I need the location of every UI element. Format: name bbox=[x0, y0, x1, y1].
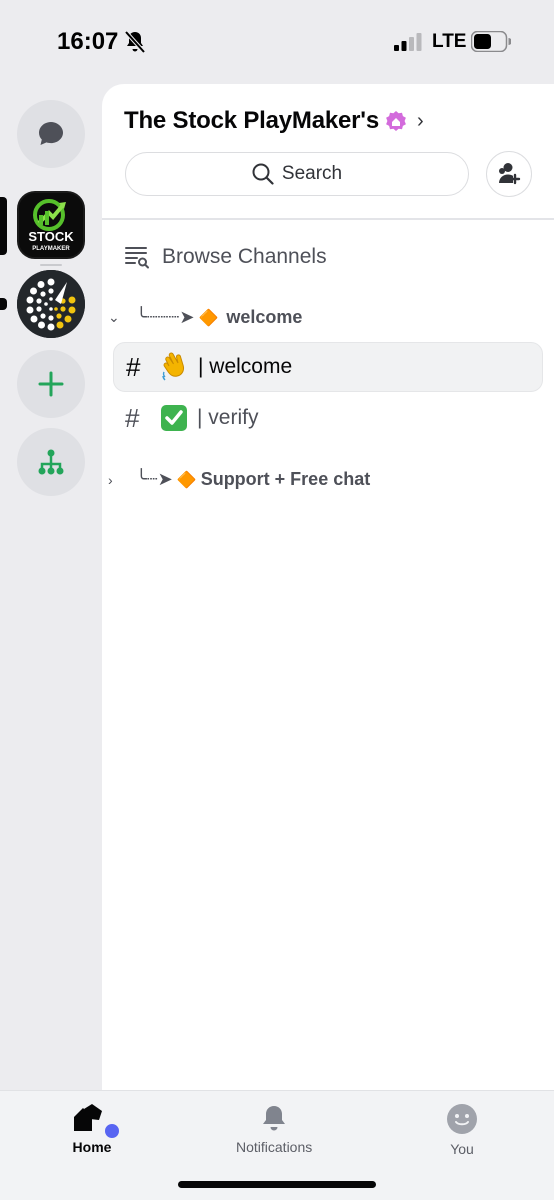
tab-label: Notifications bbox=[236, 1139, 313, 1155]
active-server-indicator bbox=[0, 197, 7, 255]
tab-home[interactable]: Home bbox=[72, 1103, 122, 1155]
server-name: The Stock PlayMaker's bbox=[124, 107, 379, 134]
unread-indicator bbox=[0, 298, 7, 310]
server-boost-icon bbox=[386, 111, 406, 131]
channel-hash-icon: # bbox=[126, 351, 141, 382]
logo-text-playmaker: PLAYMAKER bbox=[32, 246, 70, 252]
chevron-down-icon: ⌄ bbox=[108, 309, 120, 325]
battery-icon bbox=[471, 31, 511, 52]
chevron-right-icon: › bbox=[416, 109, 424, 132]
logo-text-stock: STOCK bbox=[28, 229, 74, 244]
diamond-emoji: 🔶 bbox=[176, 471, 197, 489]
category-label: welcome bbox=[226, 307, 303, 327]
channel-hash-icon: # bbox=[125, 402, 140, 433]
avatar-icon bbox=[447, 1104, 477, 1134]
bell-icon bbox=[263, 1106, 286, 1131]
header-divider bbox=[102, 218, 554, 220]
server-header[interactable]: The Stock PlayMaker's › bbox=[124, 107, 424, 135]
channel-label: | verify bbox=[197, 406, 259, 429]
chevron-right-icon: › bbox=[108, 471, 113, 488]
category-label: Support + Free chat bbox=[200, 469, 371, 489]
status-time: 16:07 bbox=[57, 28, 119, 55]
channel-verify[interactable]: # | verify ✅ bbox=[113, 393, 543, 443]
category-prefix: ╰┈➤ bbox=[136, 469, 173, 489]
add-server-button[interactable] bbox=[17, 350, 85, 418]
cellular-signal-icon bbox=[394, 33, 422, 51]
browse-channels-icon bbox=[125, 247, 149, 269]
invite-members-button[interactable] bbox=[486, 151, 532, 197]
plus-icon bbox=[38, 371, 64, 397]
category-prefix: ╰┈┈┈➤ bbox=[136, 307, 195, 327]
search-label: Search bbox=[281, 163, 343, 184]
browse-channels-row[interactable]: Browse Channels bbox=[124, 244, 327, 270]
channel-welcome[interactable]: # | welcome 👋 bbox=[113, 342, 543, 392]
check-box-icon bbox=[161, 405, 187, 431]
chat-bubble-icon bbox=[39, 122, 63, 145]
bell-slash-icon bbox=[124, 30, 146, 54]
home-icon-wrap bbox=[72, 1103, 122, 1141]
tab-notifications[interactable]: Notifications bbox=[236, 1103, 312, 1155]
browse-channels-label: Browse Channels bbox=[162, 245, 327, 268]
waving-hand-icon bbox=[162, 352, 185, 381]
waving-hand-emoji bbox=[160, 352, 190, 382]
category-welcome[interactable]: ⌄ ╰┈┈┈➤ 🔶 welcome bbox=[108, 307, 302, 328]
rail-separator bbox=[40, 264, 62, 266]
discover-button[interactable] bbox=[17, 428, 85, 496]
search-icon bbox=[252, 163, 274, 185]
presence-dot bbox=[102, 1121, 122, 1141]
status-bar: 16:07 LTE bbox=[0, 0, 554, 84]
network-type: LTE bbox=[432, 31, 467, 52]
channel-label: | welcome bbox=[198, 355, 293, 378]
tab-label: You bbox=[450, 1141, 474, 1157]
diamond-emoji: 🔶 bbox=[198, 309, 219, 327]
dots-server-logo bbox=[17, 270, 85, 338]
check-mark-emoji bbox=[159, 403, 189, 433]
hub-tree-icon bbox=[38, 449, 64, 475]
add-user-icon bbox=[499, 163, 521, 185]
stock-playmaker-logo: STOCK PLAYMAKER bbox=[19, 193, 83, 257]
server-icon-dots[interactable] bbox=[17, 270, 85, 338]
home-indicator[interactable] bbox=[178, 1181, 376, 1188]
tab-label: Home bbox=[72, 1139, 112, 1155]
direct-messages-button[interactable] bbox=[17, 100, 85, 168]
channel-panel: The Stock PlayMaker's › Search Browse Ch… bbox=[102, 84, 554, 1090]
category-support-free-chat[interactable]: › ╰┈➤ 🔶 Support + Free chat bbox=[108, 469, 370, 490]
tab-you[interactable]: You bbox=[446, 1103, 478, 1157]
search-button[interactable]: Search bbox=[125, 152, 469, 196]
server-icon-stock-playmaker[interactable]: STOCK PLAYMAKER bbox=[17, 191, 85, 259]
